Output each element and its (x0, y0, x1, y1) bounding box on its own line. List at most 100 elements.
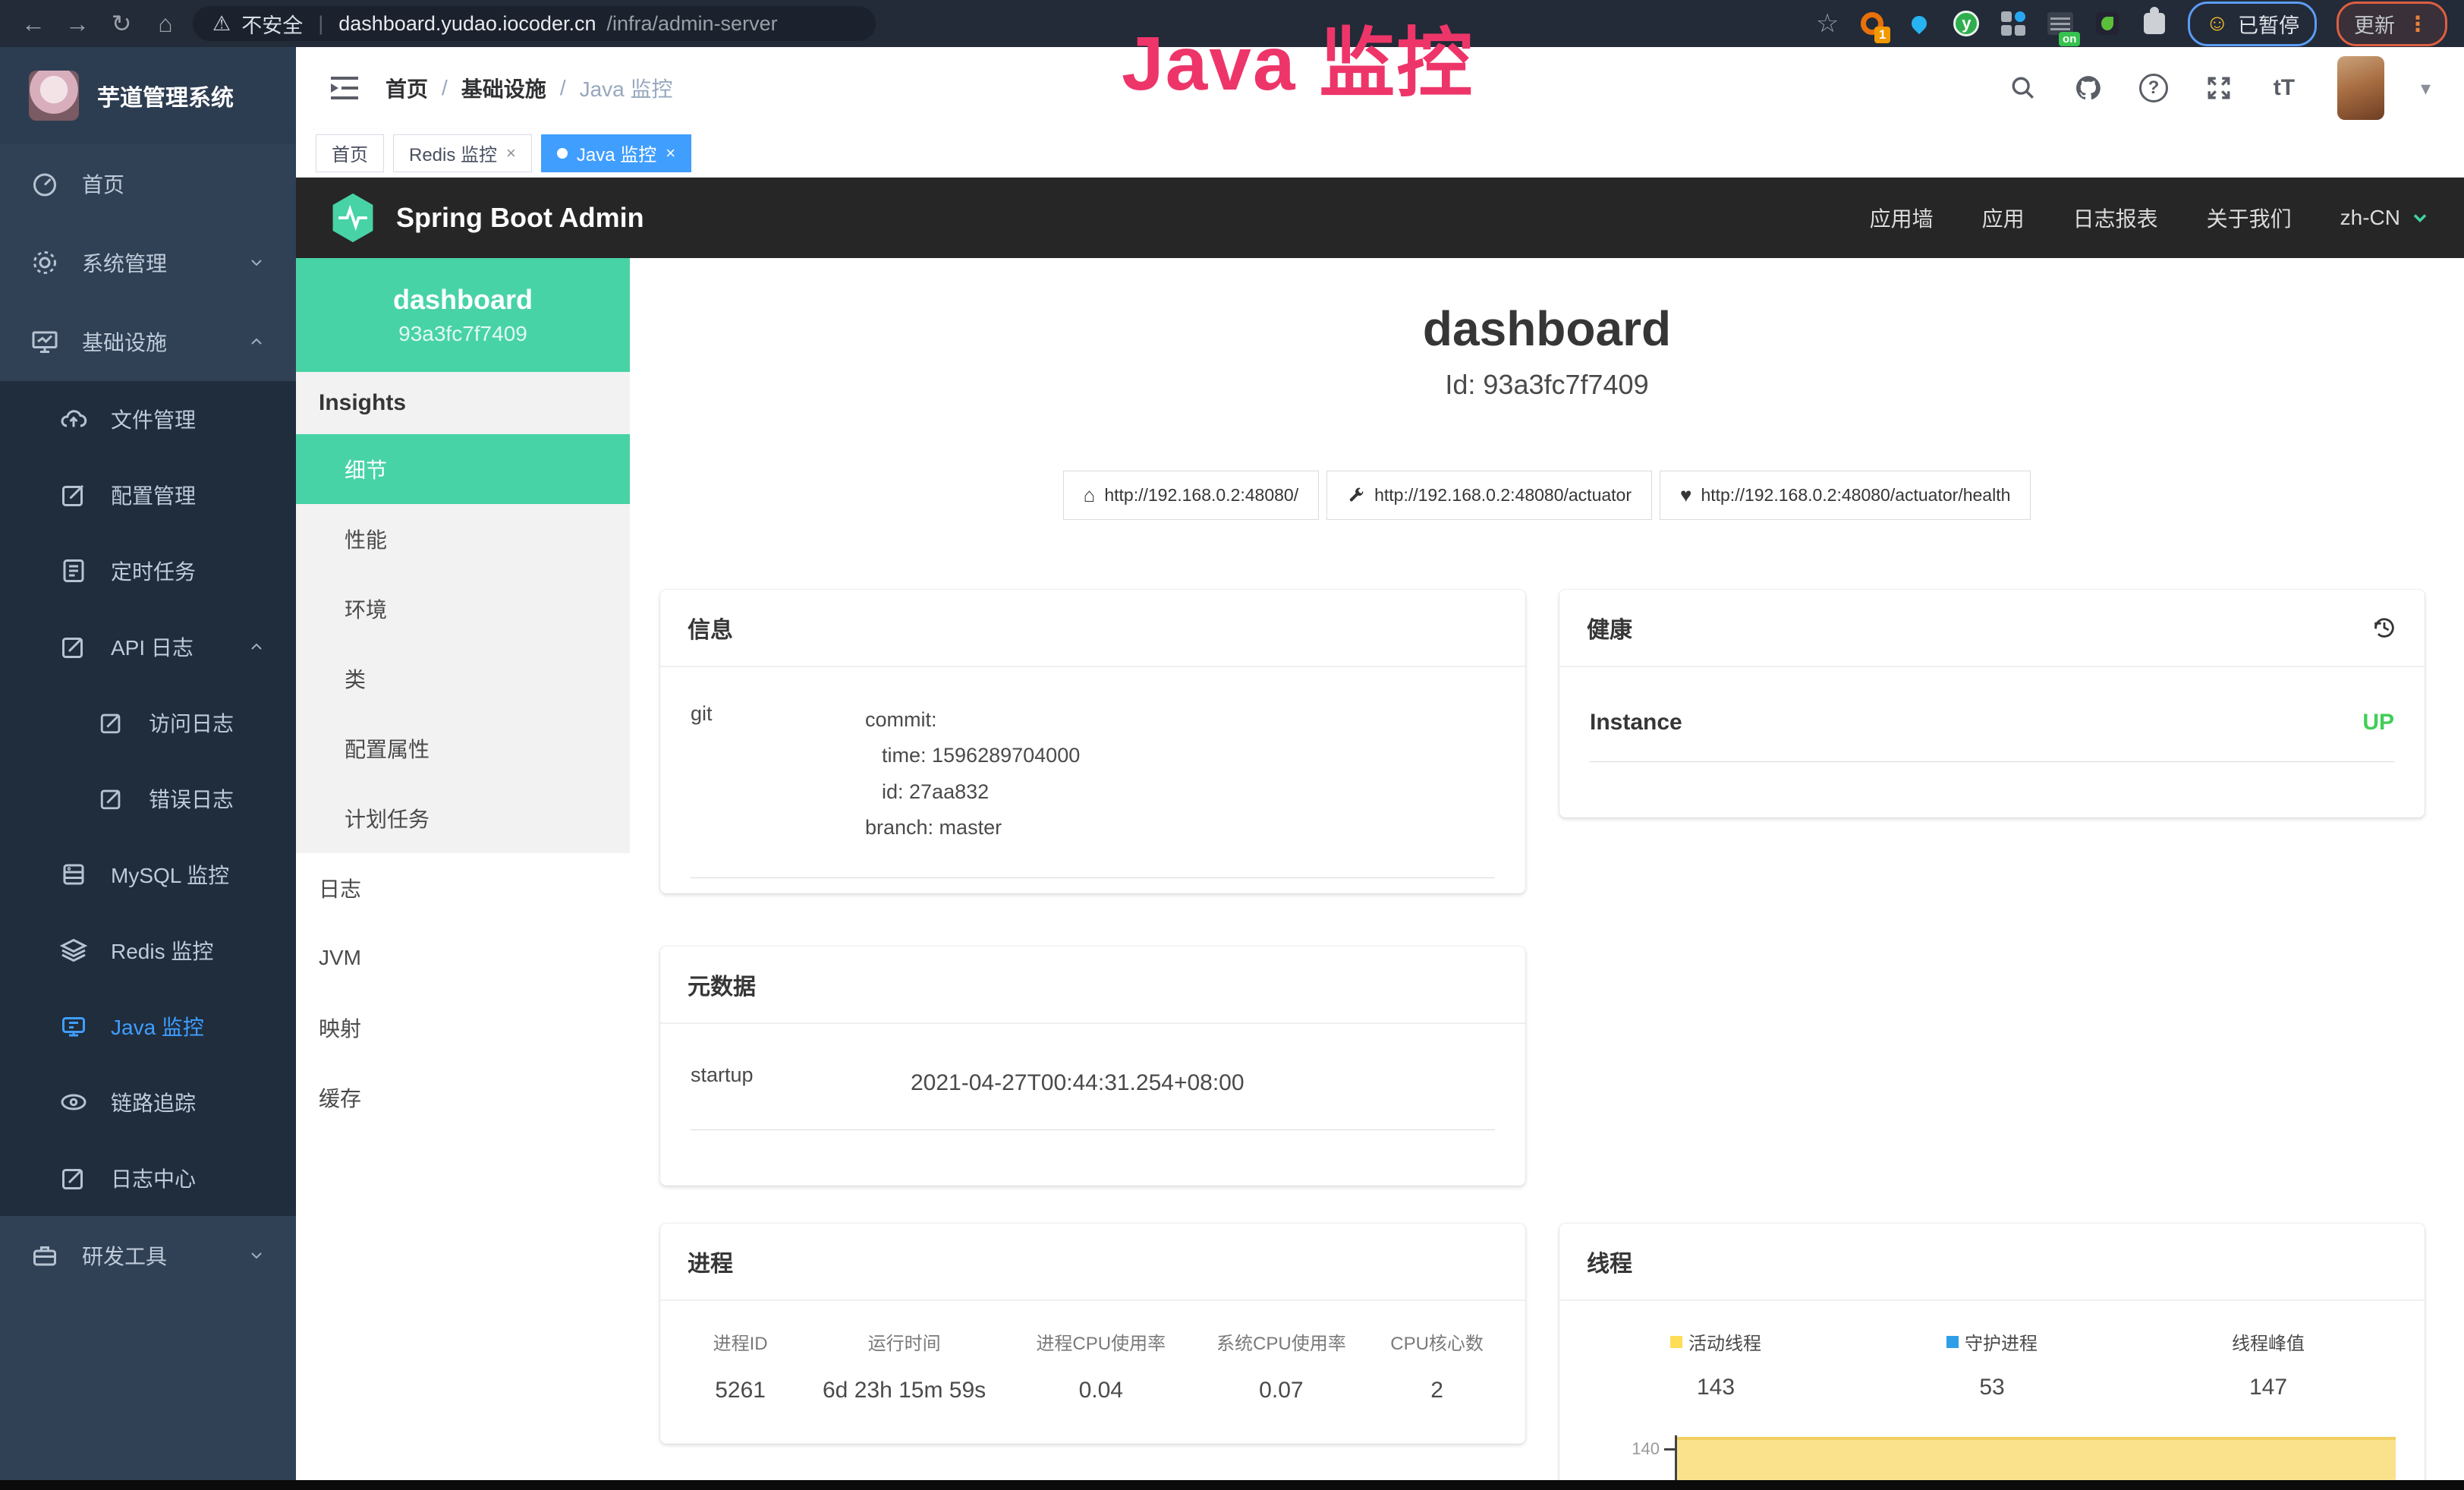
threads-legend: 活动线程 143 守护进程 53 线程峰值 (1578, 1328, 2406, 1400)
history-icon[interactable] (2371, 615, 2397, 641)
extension-icon-orange[interactable]: 1 (1858, 10, 1886, 37)
admin-sidebar: 芋道管理系统 首页 系统管理 (0, 47, 296, 1490)
sidebar-item-scheduled-tasks[interactable]: 定时任务 (0, 533, 296, 609)
fullscreen-button[interactable] (2199, 68, 2239, 108)
profile-paused-chip[interactable]: ☺ 已暂停 (2188, 2, 2317, 46)
sba-nav-applications[interactable]: 应用 (1982, 203, 2025, 233)
sba-menu-caches[interactable]: 缓存 (296, 1063, 630, 1132)
browser-update-button[interactable]: 更新 ⋮ (2337, 2, 2447, 46)
close-icon[interactable]: × (506, 143, 516, 163)
sba-menu-jvm[interactable]: JVM (296, 923, 630, 993)
tab-home[interactable]: 首页 (316, 134, 384, 172)
sba-menu-environment[interactable]: 环境 (296, 574, 630, 644)
sba-menu-metrics[interactable]: 性能 (296, 504, 630, 574)
sidebar-item-infrastructure[interactable]: 基础设施 (0, 302, 296, 381)
sidebar-item-error-logs[interactable]: 错误日志 (0, 761, 296, 836)
sba-menu-config-props[interactable]: 配置属性 (296, 713, 630, 783)
main-column: 首页 / 基础设施 / Java 监控 ? tT (296, 47, 2464, 1490)
github-button[interactable] (2069, 68, 2108, 108)
reload-icon: ↻ (112, 9, 132, 38)
process-uptime: 6d 23h 15m 59s (798, 1378, 1011, 1403)
breadcrumb-section[interactable]: 基础设施 (461, 73, 546, 103)
browser-back-button[interactable]: ← (17, 7, 50, 40)
sba-menu-classes[interactable]: 类 (296, 644, 630, 713)
endpoint-url: http://192.168.0.2:48080/ (1104, 485, 1298, 506)
extension-icon-y[interactable]: y (1953, 10, 1980, 37)
endpoint-url: http://192.168.0.2:48080/actuator/health (1701, 485, 2010, 506)
user-avatar[interactable] (2337, 56, 2384, 120)
on-badge: on (2059, 32, 2080, 46)
browser-home-button[interactable]: ⌂ (149, 7, 182, 40)
endpoint-chips: ⌂ http://192.168.0.2:48080/ http://192.1… (1063, 471, 2031, 520)
eye-icon (59, 1088, 88, 1117)
extension-icon-pin[interactable] (1905, 10, 1933, 37)
legend-label: 守护进程 (1965, 1328, 2038, 1355)
browser-reload-button[interactable]: ↻ (105, 7, 138, 40)
sba-menu-mappings[interactable]: 映射 (296, 993, 630, 1063)
info-row-git: git commit: time: 1596289704000 id: 27aa… (691, 702, 1495, 878)
legend-peak-threads: 线程峰值 147 (2130, 1328, 2406, 1400)
sidebar-item-config-management[interactable]: 配置管理 (0, 457, 296, 533)
instance-header[interactable]: dashboard 93a3fc7f7409 (296, 258, 630, 372)
sba-menu-scheduled-tasks[interactable]: 计划任务 (296, 783, 630, 853)
yellow-swatch-icon (1670, 1336, 1682, 1348)
sidebar-item-java-monitor[interactable]: Java 监控 (0, 988, 296, 1064)
font-size-button[interactable]: tT (2264, 68, 2304, 108)
sba-brand-title[interactable]: Spring Boot Admin (396, 202, 644, 234)
info-key: git (691, 702, 865, 846)
sidebar-item-home[interactable]: 首页 (0, 144, 296, 223)
sidebar-collapse-button[interactable] (329, 75, 360, 101)
sba-nav-journal[interactable]: 日志报表 (2073, 203, 2158, 233)
y-tick-mark (1664, 1448, 1675, 1451)
tab-redis-monitor[interactable]: Redis 监控 × (393, 134, 532, 172)
chevron-down-icon (247, 254, 266, 272)
sidebar-item-label: Java 监控 (111, 1011, 266, 1041)
endpoint-service-url[interactable]: ⌂ http://192.168.0.2:48080/ (1063, 471, 1320, 520)
breadcrumb-home[interactable]: 首页 (385, 73, 428, 103)
endpoint-health-url[interactable]: ♥ http://192.168.0.2:48080/actuator/heal… (1660, 471, 2031, 520)
address-bar[interactable]: ⚠ 不安全 | dashboard.yudao.iocoder.cn/infra… (193, 6, 876, 41)
sidebar-item-file-management[interactable]: 文件管理 (0, 381, 296, 457)
close-icon[interactable]: × (666, 143, 675, 163)
sidebar-item-dev-tools[interactable]: 研发工具 (0, 1216, 296, 1295)
metadata-card: 元数据 startup 2021-04-27T00:44:31.254+08:0… (660, 947, 1525, 1186)
sidebar-item-tracing[interactable]: 链路追踪 (0, 1064, 296, 1140)
update-label: 更新 (2354, 9, 2395, 39)
browser-forward-button[interactable]: → (61, 7, 94, 40)
extension-icon-grid[interactable] (2000, 10, 2027, 37)
sidebar-item-log-center[interactable]: 日志中心 (0, 1140, 296, 1216)
sba-menu-logs[interactable]: 日志 (296, 853, 630, 923)
sidebar-logo-row[interactable]: 芋道管理系统 (0, 47, 296, 144)
extension-icon-list[interactable]: on (2047, 10, 2074, 37)
sidebar-item-redis-monitor[interactable]: Redis 监控 (0, 912, 296, 988)
sidebar-item-label: 文件管理 (111, 404, 266, 434)
info-value: commit: time: 1596289704000 id: 27aa832 … (865, 702, 1080, 846)
security-label[interactable]: 不安全 (241, 9, 303, 39)
cards-left-column: 信息 git commit: time: 1596289704000 id: 2 (660, 590, 1525, 1444)
sidebar-item-system[interactable]: 系统管理 (0, 223, 296, 302)
bookmark-star-icon[interactable]: ☆ (1816, 8, 1839, 39)
sba-menu-details[interactable]: 细节 (296, 434, 630, 504)
tags-view-bar: 首页 Redis 监控 × Java 监控 × (296, 129, 2464, 178)
sba-nav-wall[interactable]: 应用墙 (1870, 203, 1934, 233)
instance-id: 93a3fc7f7409 (398, 322, 527, 346)
process-card-body: 进程ID 运行时间 进程CPU使用率 系统CPU使用率 CPU核心数 5261 (660, 1301, 1525, 1441)
sba-nav-about[interactable]: 关于我们 (2207, 203, 2292, 233)
sidebar-item-label: 系统管理 (82, 247, 225, 278)
endpoint-actuator-url[interactable]: http://192.168.0.2:48080/actuator (1326, 471, 1652, 520)
sba-locale-select[interactable]: zh-CN (2340, 206, 2431, 230)
sidebar-item-api-logs[interactable]: API 日志 (0, 609, 296, 685)
tab-java-monitor[interactable]: Java 监控 × (541, 134, 691, 172)
threads-card-header: 线程 (1559, 1224, 2425, 1301)
insights-group: Insights 细节 性能 环境 类 配置属性 计划任务 (296, 372, 630, 853)
sidebar-item-access-logs[interactable]: 访问日志 (0, 685, 296, 761)
user-caret-icon[interactable]: ▾ (2421, 77, 2431, 100)
extensions-puzzle-button[interactable] (2141, 10, 2168, 37)
search-button[interactable] (2003, 68, 2043, 108)
extension-icon-leaf[interactable] (2094, 10, 2121, 37)
sidebar-item-mysql-monitor[interactable]: MySQL 监控 (0, 836, 296, 912)
sidebar-item-label: 访问日志 (149, 707, 266, 738)
sidebar-item-label: 错误日志 (149, 783, 266, 814)
help-button[interactable]: ? (2134, 68, 2173, 108)
insights-group-label: Insights (296, 372, 630, 434)
